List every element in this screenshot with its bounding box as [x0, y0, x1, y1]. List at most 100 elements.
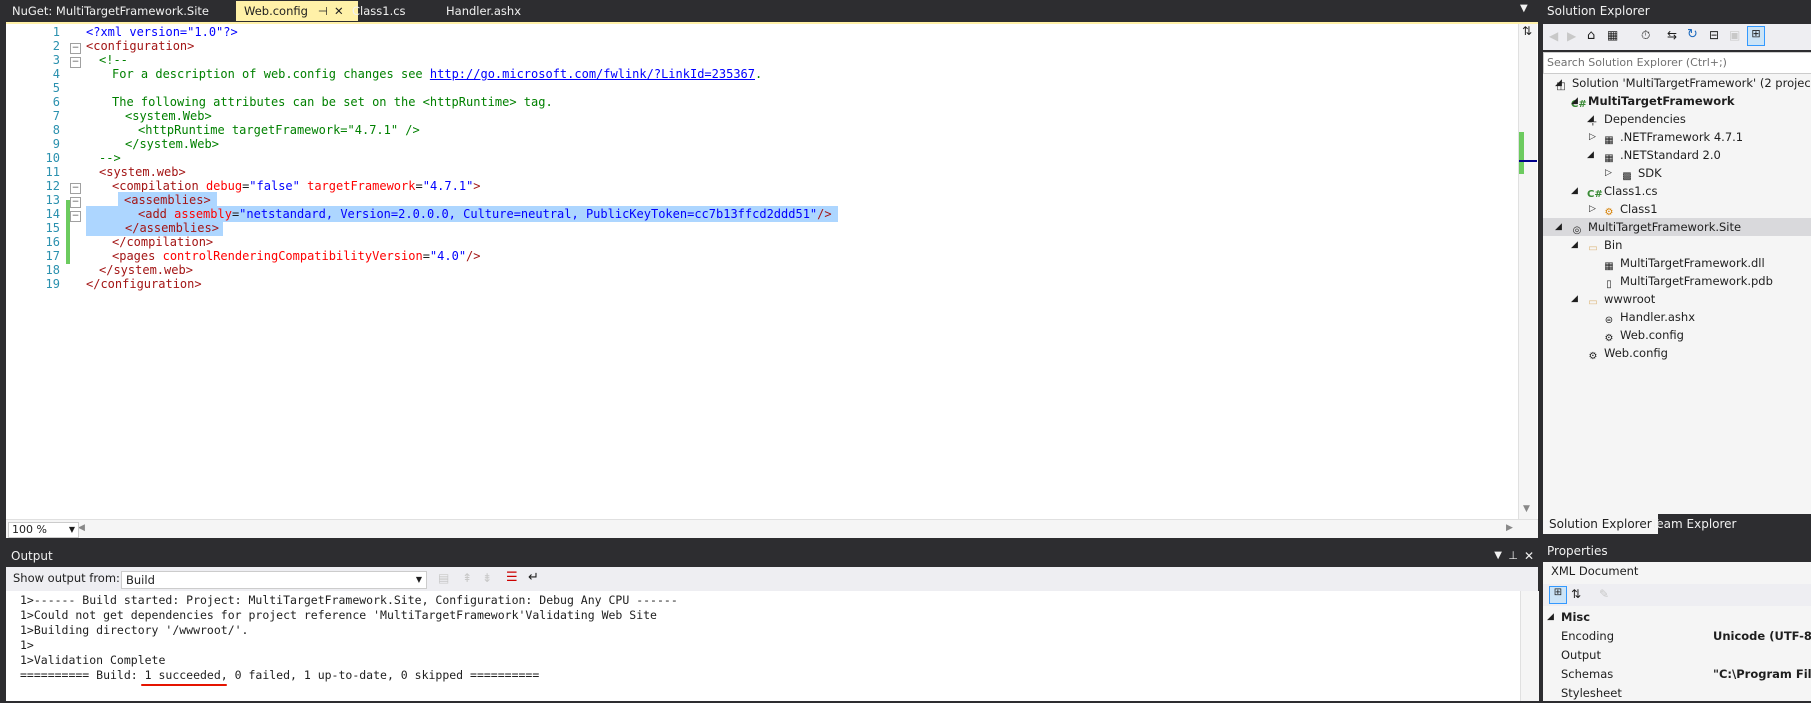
code-line-4: For a description of web.config changes … [112, 67, 763, 81]
close-icon[interactable]: ✕ [334, 4, 344, 18]
tree-item-netstandard[interactable]: ▦ .NETStandard 2.0 [1603, 146, 1721, 164]
back-icon[interactable]: ◀ [1549, 29, 1558, 43]
tree-item-sdk[interactable]: ▩ SDK [1621, 164, 1661, 182]
collapse-icon[interactable]: − [70, 43, 81, 54]
split-icon[interactable]: ⇅ [1522, 24, 1532, 38]
solution-explorer-header: Solution Explorer [1543, 0, 1811, 22]
expand-icon[interactable]: ◢ [1571, 240, 1578, 250]
code-line-9: </system.Web> [125, 137, 219, 151]
sync-icon[interactable]: ⇆ [1667, 28, 1677, 42]
home-icon[interactable]: ⌂ [1587, 28, 1595, 43]
change-marker [66, 200, 70, 264]
collapsed-icon[interactable]: ▷ [1605, 168, 1612, 178]
tree-item-netframework[interactable]: ▦ .NETFramework 4.7.1 [1603, 128, 1743, 146]
tab-overflow-dropdown-icon[interactable]: ▼ [1520, 3, 1528, 14]
categorized-icon[interactable]: ⊞ [1549, 586, 1567, 604]
output-text[interactable]: 1>------ Build started: Project: MultiTa… [6, 591, 1539, 701]
alphabetical-icon[interactable]: ⇅ [1571, 587, 1581, 601]
clear-all-icon[interactable]: ☰ [506, 570, 518, 585]
collapsed-icon[interactable]: ▷ [1589, 132, 1596, 142]
tab-solution-explorer[interactable]: Solution Explorer [1543, 514, 1658, 534]
collapsed-icon[interactable]: ▷ [1589, 204, 1596, 214]
code-editor[interactable]: 1 2 3 4 5 6 7 8 9 10 11 12 13 14 15 16 17 18 19 − − − − − … [6, 22, 1538, 538]
collapse-icon[interactable]: − [70, 211, 81, 222]
property-row[interactable]: Output [1543, 646, 1811, 665]
output-source-select[interactable]: Build ▼ [121, 571, 427, 589]
tree-item-wwwroot[interactable]: ▭ wwwroot [1587, 290, 1655, 308]
pending-changes-icon[interactable]: ⏱ [1641, 28, 1650, 43]
tree-item-solution[interactable]: ◫ Solution 'MultiTargetFramework' (2 proj… [1555, 74, 1811, 92]
expand-icon[interactable]: ◢ [1555, 222, 1562, 232]
property-row[interactable]: Schemas"C:\Program Files [1543, 665, 1811, 684]
find-message-icon[interactable]: ▤ [438, 571, 449, 585]
close-panel-icon[interactable]: ✕ [1524, 545, 1534, 567]
tree-item-handler[interactable]: ⊜ Handler.ashx [1603, 308, 1695, 326]
tree-item-webconfig-inner[interactable]: ⚙ Web.config [1603, 326, 1684, 344]
code-area[interactable]: <?xml version="1.0"?> <configuration> <!… [86, 24, 1506, 519]
expand-icon[interactable]: ◢ [1587, 114, 1594, 124]
expand-icon[interactable]: ◢ [1587, 150, 1594, 160]
vertical-scrollbar[interactable]: ⇅ ▼ [1518, 24, 1537, 519]
output-scrollbar[interactable] [1520, 591, 1539, 701]
code-line-1: <?xml version="1.0"?> [86, 25, 238, 39]
property-row[interactable]: Encoding Unicode (UTF-8) [1543, 627, 1811, 646]
document-tab-strip: NuGet: MultiTargetFramework.Site Web.con… [0, 0, 1540, 22]
pin-icon[interactable]: ⊣ [318, 4, 328, 18]
collapse-icon[interactable]: − [70, 183, 81, 194]
properties-toolbar: ⊞ ⇅ ✎ [1543, 584, 1811, 606]
tab-nuget[interactable]: NuGet: MultiTargetFramework.Site [4, 1, 220, 21]
forward-icon[interactable]: ▶ [1567, 29, 1576, 43]
scroll-left-icon[interactable]: ◀ [78, 523, 85, 533]
tree-item-class1cs[interactable]: C#Class1.cs [1587, 182, 1658, 200]
tree-item-class1[interactable]: ⚙ Class1 [1603, 200, 1658, 218]
scroll-down-icon[interactable]: ▼ [1523, 504, 1530, 514]
tab-team-explorer[interactable]: Team Explorer [1645, 514, 1743, 534]
expand-icon[interactable]: ◢ [1571, 96, 1578, 106]
tree-item-webconfig[interactable]: ⚙ Web.config [1587, 344, 1668, 362]
code-line-2: <configuration> [86, 39, 195, 53]
show-output-from-label: Show output from: [13, 571, 120, 585]
next-message-icon[interactable]: ⇟ [482, 571, 492, 585]
window-position-icon[interactable]: ▼ [1494, 545, 1502, 567]
success-underline [141, 684, 227, 686]
tree-item-bin[interactable]: ▭ Bin [1587, 236, 1622, 254]
tree-item-dependencies[interactable]: ⊹ Dependencies [1587, 110, 1686, 128]
solution-explorer-search[interactable]: Search Solution Explorer (Ctrl+;) [1543, 52, 1811, 74]
collapse-icon[interactable]: − [70, 197, 81, 208]
tab-web-config-label: Web.config [244, 4, 308, 18]
expand-icon[interactable]: ◢ [1555, 78, 1562, 88]
expand-icon[interactable]: ◢ [1571, 294, 1578, 304]
tab-handler[interactable]: Handler.ashx [438, 1, 574, 21]
fwlink-link[interactable]: http://go.microsoft.com/fwlink/?LinkId=2… [430, 67, 755, 81]
tree-item-dll[interactable]: ▦ MultiTargetFramework.dll [1603, 254, 1764, 272]
collapse-icon[interactable]: − [70, 57, 81, 68]
tree-item-pdb[interactable]: ▯ MultiTargetFramework.pdb [1603, 272, 1773, 290]
tree-item-project[interactable]: C#MultiTargetFramework [1571, 92, 1735, 110]
property-pages-icon[interactable]: ✎ [1599, 587, 1609, 601]
tree-item-site[interactable]: ◎ MultiTargetFramework.Site [1571, 218, 1741, 236]
caret-map-marker [1519, 160, 1537, 162]
properties-category[interactable]: ◢ Misc [1543, 608, 1811, 627]
properties-icon[interactable]: ⊞ [1747, 26, 1765, 46]
tab-nuget-label: NuGet: MultiTargetFramework.Site [12, 4, 209, 18]
output-line: 1>------ Build started: Project: MultiTa… [20, 593, 678, 607]
switch-views-icon[interactable]: ▦ [1607, 28, 1618, 42]
collapse-all-icon[interactable]: ⊟ [1709, 28, 1719, 42]
zoom-level[interactable]: 100 % ▼ [8, 522, 79, 538]
horizontal-scrollbar[interactable]: ◀ ▶ [6, 519, 1538, 538]
expand-icon[interactable]: ◢ [1571, 186, 1578, 196]
config-file-icon: ⚙ [1588, 351, 1598, 362]
explorer-tabs: Solution Explorer Team Explorer [1543, 514, 1811, 534]
previous-message-icon[interactable]: ⇞ [462, 571, 472, 585]
pin-panel-icon[interactable]: ⊥ [1508, 545, 1518, 567]
tab-class1[interactable]: Class1.cs [344, 1, 452, 21]
property-row[interactable]: Stylesheet [1543, 684, 1811, 703]
folder-icon: ▭ [1588, 243, 1598, 254]
tab-web-config[interactable]: Web.config ⊣ ✕ [236, 1, 358, 21]
output-panel-header: Output ▼ ⊥ ✕ [6, 545, 1538, 567]
scroll-right-icon[interactable]: ▶ [1506, 523, 1513, 533]
refresh-icon[interactable]: ↻ [1687, 27, 1698, 42]
show-all-files-icon[interactable]: ▣ [1729, 28, 1740, 42]
word-wrap-icon[interactable]: ↵ [528, 570, 539, 585]
solution-tree: ◫ Solution 'MultiTargetFramework' (2 proj… [1543, 74, 1811, 514]
